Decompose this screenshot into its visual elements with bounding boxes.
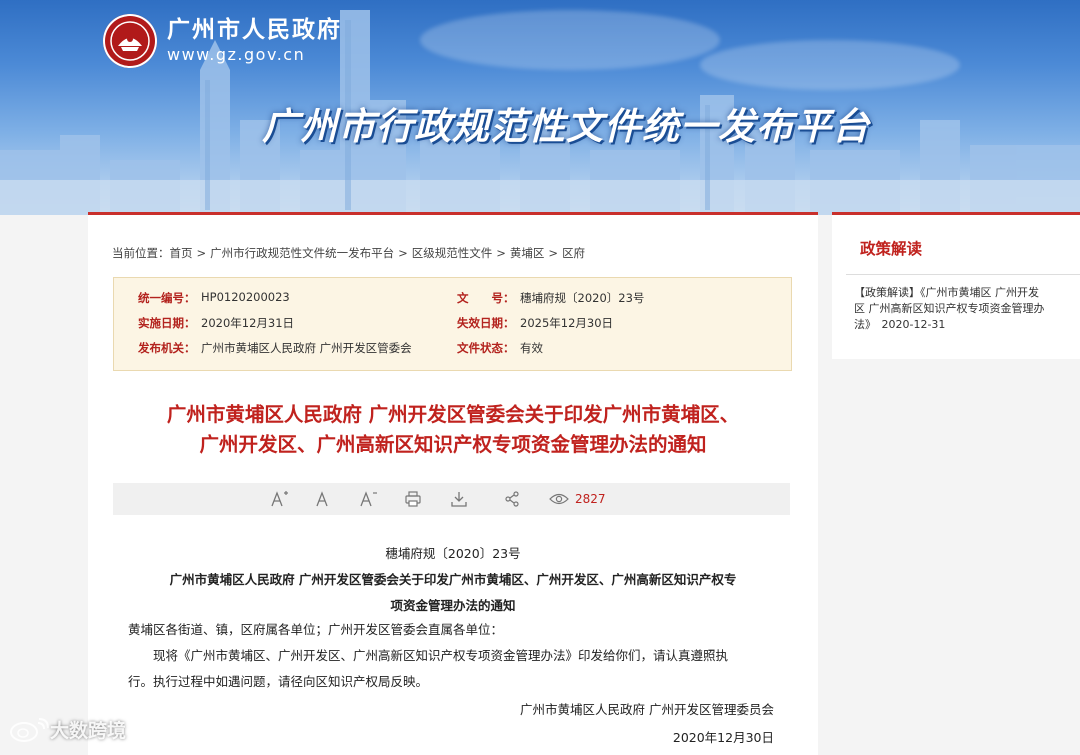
font-increase-icon [271, 491, 288, 507]
breadcrumb-separator: > [496, 246, 506, 260]
docno-value: 穗埔府规〔2020〕23号 [520, 291, 645, 305]
issuer-value: 广州市黄埔区人民政府 广州开发区管委会 [201, 341, 412, 355]
sidebar-title: 政策解读 [860, 240, 923, 258]
font-reset-button[interactable] [314, 489, 332, 509]
status-value: 有效 [520, 341, 543, 355]
breadcrumb: 当前位置：首页 > 广州市行政规范性文件统一发布平台 > 区级规范性文件 > 黄埔区 > 区府 [112, 245, 585, 261]
share-icon [505, 491, 519, 507]
breadcrumb-district-docs[interactable]: 区级规范性文件 [412, 246, 493, 260]
serial-label: 统一编号： [138, 291, 196, 305]
document-title: 广州市黄埔区人民政府 广州开发区管委会关于印发广州市黄埔区、 广州开发区、广州高… [88, 400, 818, 460]
font-decrease-icon [360, 491, 377, 507]
header-banner: 广州市人民政府 www.gz.gov.cn 广州市行政规范性文件统一发布平台 [0, 0, 1080, 215]
view-count: 2827 [575, 492, 606, 506]
policy-interpretation-line: 法》 2020-12-31 [854, 318, 946, 331]
breadcrumb-huangpu[interactable]: 黄埔区 [510, 246, 545, 260]
document-title-line: 广州开发区、广州高新区知识产权专项资金管理办法的通知 [199, 433, 707, 456]
breadcrumb-home[interactable]: 首页 [170, 246, 193, 260]
sidebar-divider [846, 274, 1080, 275]
status-label: 文件状态： [457, 341, 515, 355]
site-logo[interactable]: 广州市人民政府 www.gz.gov.cn [103, 14, 342, 68]
breadcrumb-prefix: 当前位置： [112, 246, 170, 260]
document-panel: 当前位置：首页 > 广州市行政规范性文件统一发布平台 > 区级规范性文件 > 黄埔区 > 区府 … [88, 212, 818, 755]
body-paragraph-line: 现将《广州市黄埔区、广州开发区、广州高新区知识产权专项资金管理办法》印发给你们，… [128, 648, 729, 663]
policy-interpretation-link[interactable]: 【政策解读】《广州市黄埔区 广州开发 区 广州高新区知识产权专项资金管理办 法》… [854, 285, 1066, 333]
body-date: 2020年12月30日 [672, 730, 774, 745]
breadcrumb-district-gov[interactable]: 区府 [562, 246, 585, 260]
site-name: 广州市人民政府 [167, 17, 342, 43]
document-metadata: 统一编号： HP0120200023 文 号： 穗埔府规〔2020〕23号 实施… [113, 277, 792, 371]
site-url: www.gz.gov.cn [167, 45, 306, 64]
print-icon [405, 491, 421, 507]
body-addressee: 黄埔区各街道、镇，区府属各单位；广州开发区管委会直属各单位： [128, 622, 504, 637]
serial-value: HP0120200023 [201, 290, 290, 304]
breadcrumb-separator: > [548, 246, 559, 260]
document-title-line: 广州市黄埔区人民政府 广州开发区管委会关于印发广州市黄埔区、 [166, 403, 740, 426]
weibo-logo-icon [10, 717, 49, 742]
platform-title: 广州市行政规范性文件统一发布平台 [262, 105, 870, 148]
body-signature: 广州市黄埔区人民政府 广州开发区管理委员会 [520, 702, 774, 717]
docno-label: 文 号： [457, 291, 515, 305]
body-title-line: 项资金管理办法的通知 [390, 598, 516, 613]
share-button[interactable] [503, 489, 521, 509]
body-paragraph: 现将《广州市黄埔区、广州开发区、广州高新区知识产权专项资金管理办法》印发给你们，… [128, 643, 778, 695]
font-increase-button[interactable] [270, 489, 290, 509]
emblem-icon [103, 14, 157, 68]
breadcrumb-separator: > [196, 246, 207, 260]
expiry-date-value: 2025年12月30日 [520, 316, 614, 330]
policy-interpretation-line: 【政策解读】《广州市黄埔区 广州开发 [854, 286, 1039, 299]
reading-toolbar: 2827 [113, 483, 790, 515]
eye-icon [549, 493, 569, 505]
body-title: 广州市黄埔区人民政府 广州开发区管委会关于印发广州市黄埔区、广州开发区、广州高新… [128, 567, 778, 619]
policy-interpretation-panel: 政策解读 【政策解读】《广州市黄埔区 广州开发 区 广州高新区知识产权专项资金管… [832, 212, 1080, 359]
body-doc-number: 穗埔府规〔2020〕23号 [385, 546, 521, 561]
watermark: 大数跨境 [8, 716, 126, 743]
print-button[interactable] [404, 489, 422, 509]
font-decrease-button[interactable] [359, 489, 379, 509]
breadcrumb-platform[interactable]: 广州市行政规范性文件统一发布平台 [210, 246, 394, 260]
download-icon [451, 492, 467, 507]
font-reset-icon [316, 491, 328, 507]
view-counter: 2827 [549, 489, 606, 509]
effective-date-label: 实施日期： [138, 316, 196, 330]
breadcrumb-separator: > [398, 246, 408, 260]
body-title-line: 广州市黄埔区人民政府 广州开发区管委会关于印发广州市黄埔区、广州开发区、广州高新… [169, 572, 737, 587]
body-paragraph-line: 行。执行过程中如遇问题，请径向区知识产权局反映。 [128, 674, 429, 689]
effective-date-value: 2020年12月31日 [201, 316, 295, 330]
expiry-date-label: 失效日期： [457, 316, 515, 330]
watermark-text: 大数跨境 [50, 720, 127, 742]
policy-interpretation-line: 区 广州高新区知识产权专项资金管理办 [854, 302, 1045, 315]
download-button[interactable] [450, 489, 468, 509]
issuer-label: 发布机关： [138, 341, 196, 355]
